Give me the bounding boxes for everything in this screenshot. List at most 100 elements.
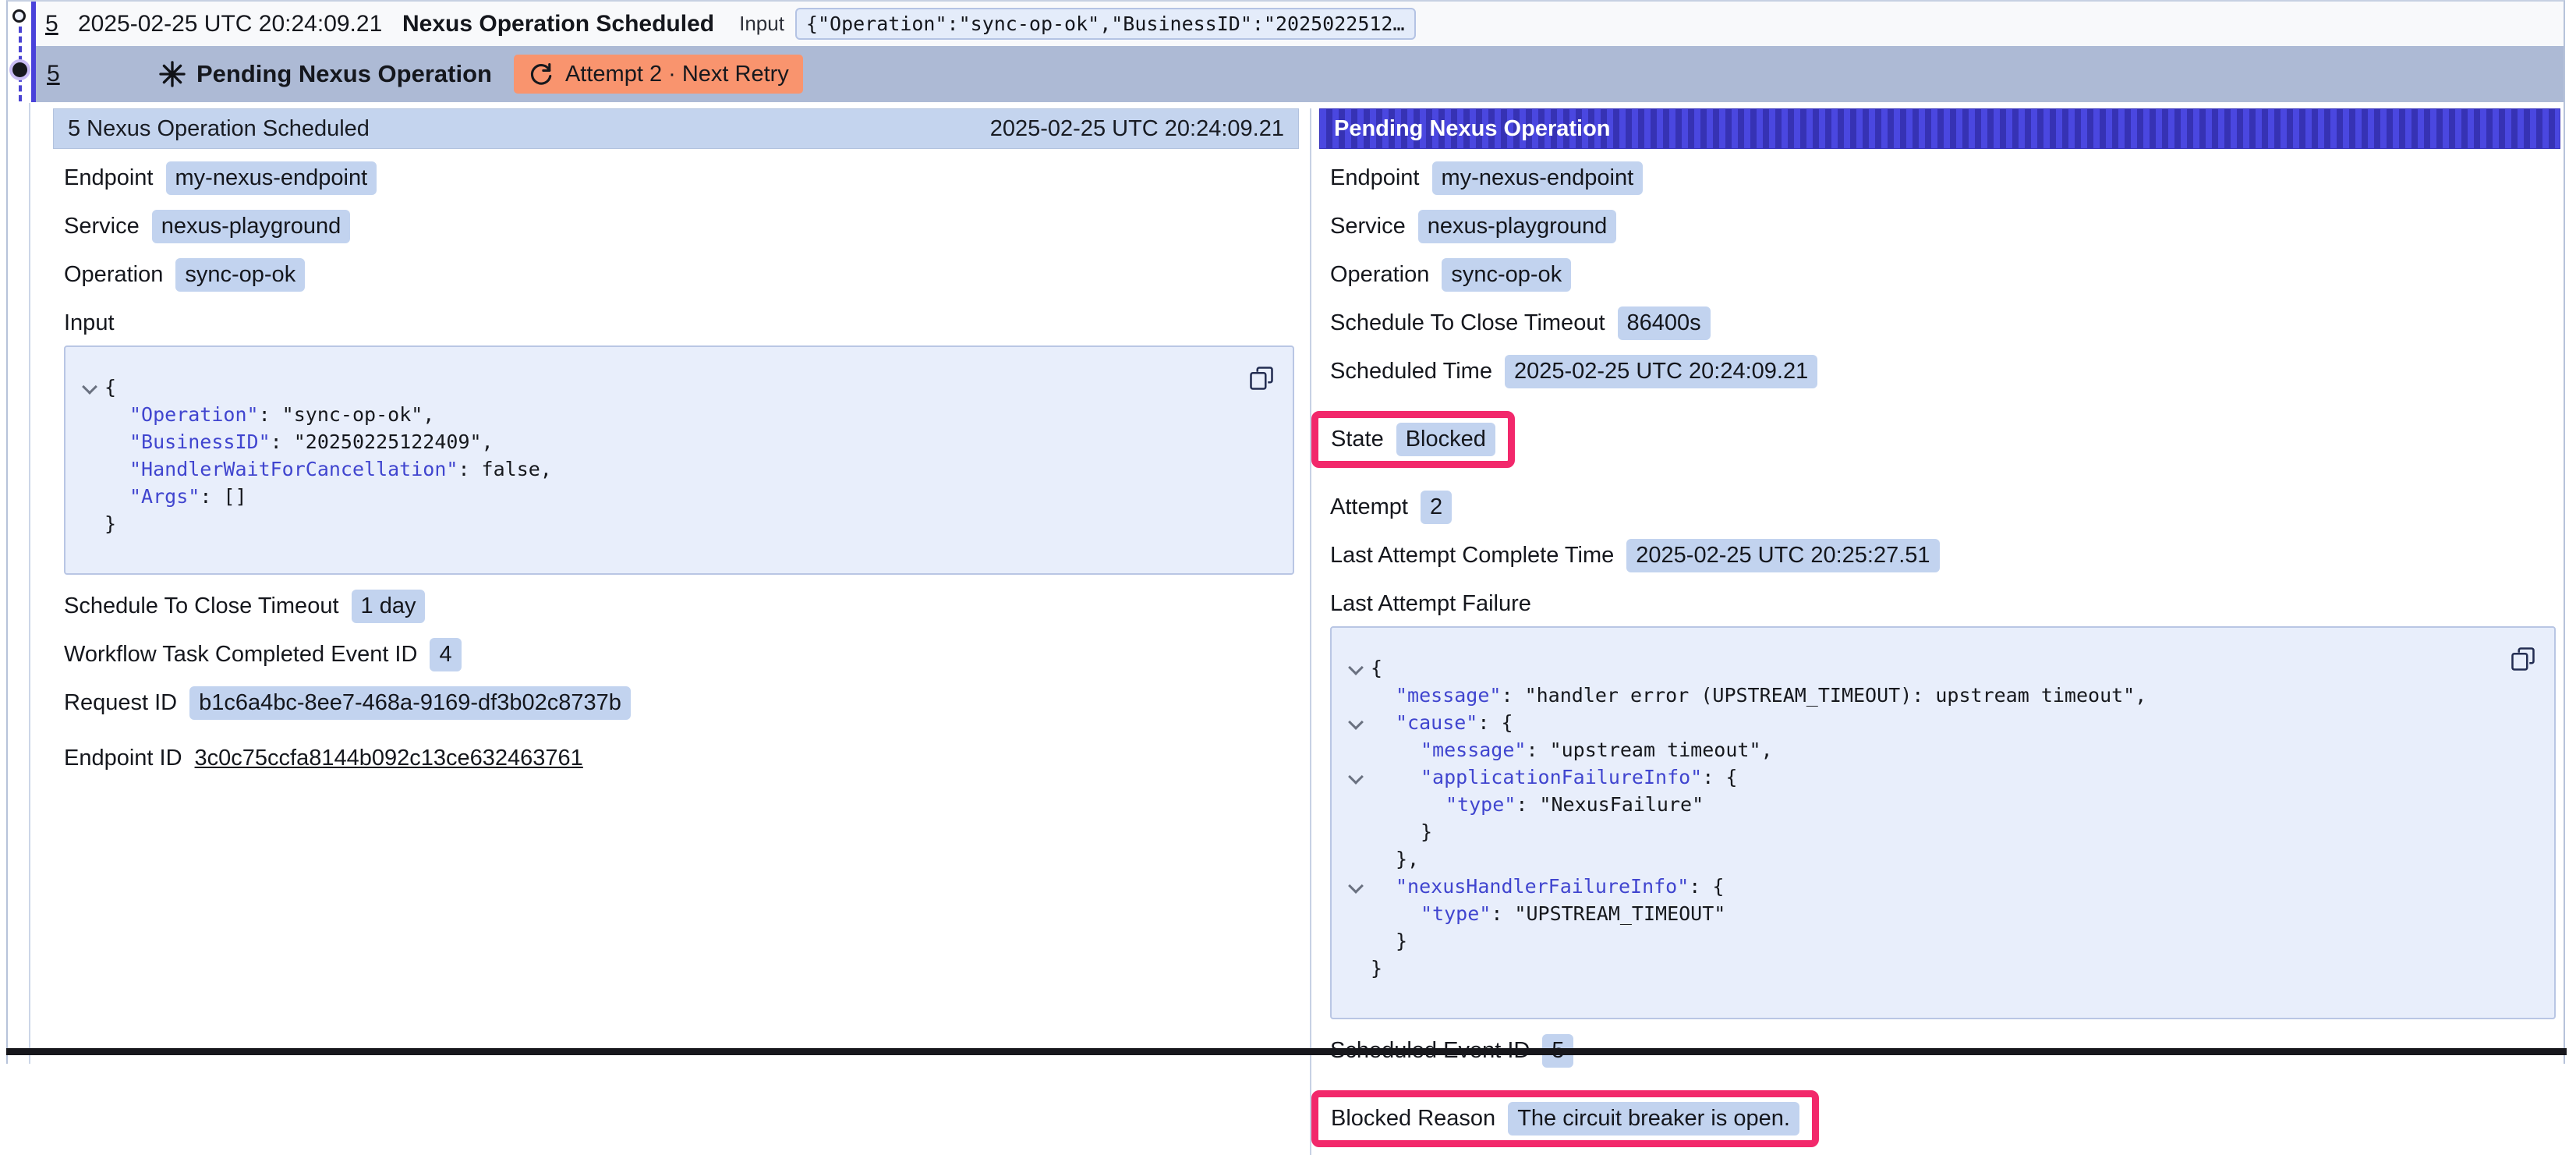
code-line-text: "message": "upstream timeout", <box>1371 736 1773 764</box>
detail-left-border <box>29 101 30 1064</box>
code-line-text: } <box>1371 955 1382 982</box>
event-name: Nexus Operation Scheduled <box>402 11 714 37</box>
blocked-reason-value-chip: The circuit breaker is open. <box>1508 1102 1799 1136</box>
field-value-chip: 2 <box>1421 491 1452 524</box>
code-line-gutter <box>75 374 104 392</box>
field-operation: Operation sync-op-ok <box>64 258 1294 292</box>
field-label: Blocked Reason <box>1331 1106 1495 1132</box>
scheduled-panel-title: 5 Nexus Operation Scheduled <box>68 116 370 142</box>
field-value-chip: my-nexus-endpoint <box>1432 161 1644 195</box>
code-line: "cause": { <box>1341 709 2507 736</box>
event-timestamp: 2025-02-25 UTC 20:24:09.21 <box>78 11 390 37</box>
field-label: Operation <box>1330 262 1429 288</box>
field-value-chip: b1c6a4bc-8ee7-468a-9169-df3b02c8737b <box>189 686 631 720</box>
field-value-chip: sync-op-ok <box>175 258 305 292</box>
endpoint-id-link[interactable]: 3c0c75ccfa8144b092c13ce632463761 <box>195 746 583 771</box>
copy-icon[interactable] <box>1247 364 1276 392</box>
copy-icon[interactable] <box>2509 645 2537 673</box>
field-value-chip: 1 day <box>352 590 426 623</box>
field-value-chip: 2025-02-25 UTC 20:25:27.51 <box>1626 539 1939 572</box>
code-line-gutter <box>1341 764 1371 782</box>
field-label: Service <box>64 214 140 239</box>
code-line-text: } <box>104 510 116 537</box>
pending-asterisk-icon <box>157 59 187 89</box>
code-line-text: { <box>1371 654 1382 682</box>
event-detail-panel: 5 Nexus Operation Scheduled 2025-02-25 U… <box>31 102 2564 1155</box>
field-endpoint: Endpoint my-nexus-endpoint <box>64 161 1294 195</box>
code-line: "Operation": "sync-op-ok", <box>75 401 1246 428</box>
code-line-text: } <box>1371 927 1407 955</box>
scheduled-panel-time: 2025-02-25 UTC 20:24:09.21 <box>990 116 1284 142</box>
pending-nexus-operation-row[interactable]: 5 Pending Nexus Operation Attempt 2 · Ne… <box>31 46 2564 102</box>
field-operation: Operation sync-op-ok <box>1330 258 2556 292</box>
code-line-gutter <box>1341 654 1371 673</box>
field-service: Service nexus-playground <box>1330 210 2556 243</box>
field-label: Schedule To Close Timeout <box>1330 310 1605 336</box>
code-line-text: "BusinessID": "20250225122409", <box>104 428 494 455</box>
event-input-preview-chip[interactable]: {"Operation":"sync-op-ok","BusinessID":"… <box>795 8 1416 40</box>
field-endpoint-id: Endpoint ID 3c0c75ccfa8144b092c13ce63246… <box>64 742 1294 774</box>
code-line-text: "HandlerWaitForCancellation": false, <box>104 455 552 483</box>
code-line-text: "Args": [] <box>104 483 247 510</box>
failure-section-label: Last Attempt Failure <box>1330 591 2556 617</box>
collapse-chevron-icon[interactable] <box>82 379 97 395</box>
code-line-text: "nexusHandlerFailureInfo": { <box>1371 873 1724 900</box>
field-last-attempt-complete-time: Last Attempt Complete Time 2025-02-25 UT… <box>1330 539 2556 572</box>
code-line-gutter <box>1341 873 1371 891</box>
event-id-link[interactable]: 5 <box>45 11 72 37</box>
field-value-chip: sync-op-ok <box>1442 258 1571 292</box>
event-history-table: 5 2025-02-25 UTC 20:24:09.21 Nexus Opera… <box>6 0 2565 1064</box>
field-service: Service nexus-playground <box>64 210 1294 243</box>
field-label: State <box>1331 427 1384 452</box>
code-line-text: } <box>1371 818 1432 845</box>
code-line-text: }, <box>1371 845 1419 873</box>
code-line-text: "cause": { <box>1371 709 1513 736</box>
code-line: } <box>1341 955 2507 982</box>
event-row-nexus-operation-scheduled[interactable]: 5 2025-02-25 UTC 20:24:09.21 Nexus Opera… <box>31 2 2564 46</box>
scheduled-event-panel: 5 Nexus Operation Scheduled 2025-02-25 U… <box>53 108 1299 789</box>
code-line-text: "type": "NexusFailure" <box>1371 791 1704 818</box>
field-label: Scheduled Time <box>1330 359 1492 384</box>
field-value-chip: 86400s <box>1618 306 1711 340</box>
code-line-gutter <box>1341 709 1371 728</box>
event-detail-key: Input <box>739 12 784 36</box>
code-line: } <box>1341 818 2507 845</box>
field-value-chip: 2025-02-25 UTC 20:24:09.21 <box>1505 355 1817 388</box>
field-label: Endpoint ID <box>64 746 182 771</box>
code-line: }, <box>1341 845 2507 873</box>
field-workflow-task-completed-event-id: Workflow Task Completed Event ID 4 <box>64 638 1294 671</box>
field-schedule-to-close-timeout: Schedule To Close Timeout 1 day <box>64 590 1294 623</box>
expanded-row-bottom-rule <box>6 1048 2567 1055</box>
pending-title: Pending Nexus Operation <box>196 60 492 88</box>
field-value-chip: my-nexus-endpoint <box>166 161 377 195</box>
collapse-chevron-icon[interactable] <box>1348 714 1364 730</box>
pending-panel-title: Pending Nexus Operation <box>1334 116 1611 142</box>
field-attempt: Attempt 2 <box>1330 491 2556 524</box>
code-line: "HandlerWaitForCancellation": false, <box>75 455 1246 483</box>
field-label: Workflow Task Completed Event ID <box>64 642 417 668</box>
code-line: "message": "upstream timeout", <box>1341 736 2507 764</box>
pending-panel-header: Pending Nexus Operation <box>1319 108 2560 149</box>
field-value-chip: nexus-playground <box>1418 210 1617 243</box>
retry-badge-label: Attempt 2 · Next Retry <box>565 62 789 87</box>
field-label: Request ID <box>64 690 177 716</box>
pending-id-link[interactable]: 5 <box>47 61 70 87</box>
code-line: } <box>75 510 1246 537</box>
collapse-chevron-icon[interactable] <box>1348 769 1364 785</box>
state-value-chip: Blocked <box>1396 423 1495 456</box>
timeline-event-marker-icon <box>12 9 26 23</box>
field-schedule-to-close-timeout: Schedule To Close Timeout 86400s <box>1330 306 2556 340</box>
field-label: Schedule To Close Timeout <box>64 593 339 619</box>
retry-attempt-badge: Attempt 2 · Next Retry <box>514 55 803 94</box>
code-line: "type": "NexusFailure" <box>1341 791 2507 818</box>
state-highlight-box: State Blocked <box>1311 411 1515 468</box>
code-line-text: "Operation": "sync-op-ok", <box>104 401 434 428</box>
field-scheduled-time: Scheduled Time 2025-02-25 UTC 20:24:09.2… <box>1330 355 2556 388</box>
field-endpoint: Endpoint my-nexus-endpoint <box>1330 161 2556 195</box>
code-line: } <box>1341 927 2507 955</box>
field-value-chip: nexus-playground <box>152 210 351 243</box>
collapse-chevron-icon[interactable] <box>1348 878 1364 894</box>
collapse-chevron-icon[interactable] <box>1348 660 1364 675</box>
code-line: "type": "UPSTREAM_TIMEOUT" <box>1341 900 2507 927</box>
field-label: Endpoint <box>1330 165 1420 191</box>
